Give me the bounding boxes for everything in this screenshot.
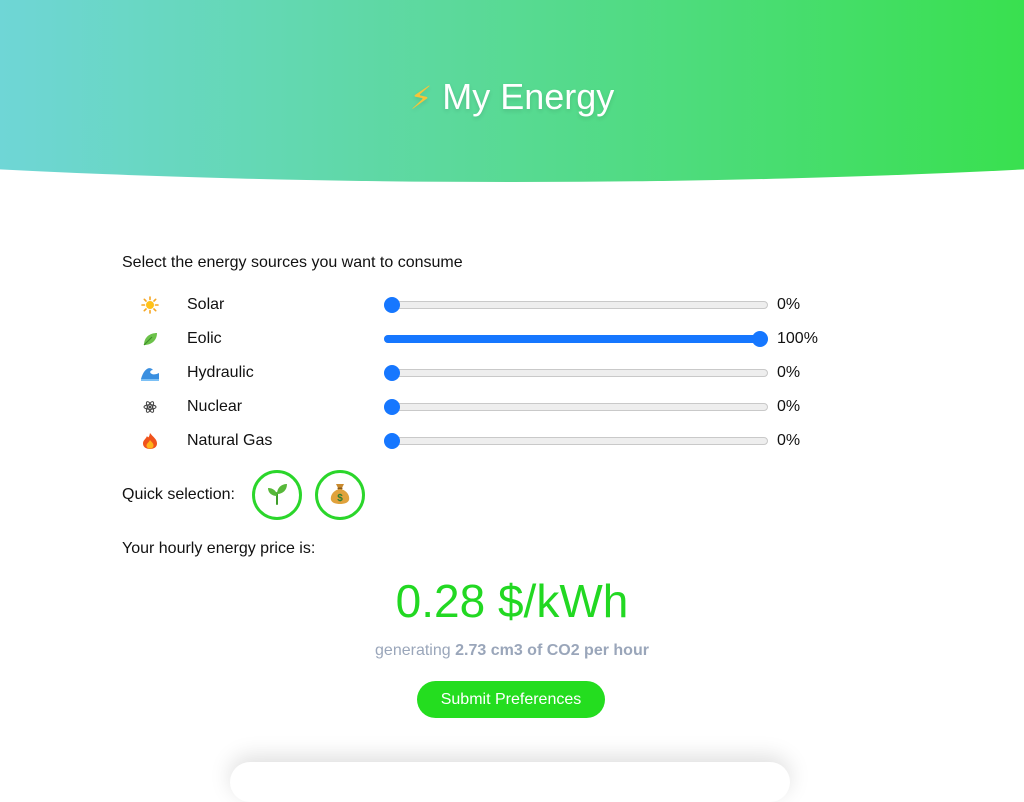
source-label: Hydraulic [187,364,254,381]
lightning-bolt-icon: ⚡ [409,80,433,116]
source-label: Solar [187,296,225,313]
intro-text: Select the energy sources you want to co… [122,254,463,271]
source-percent: 0% [777,432,801,449]
slider-track [384,437,768,445]
nuclear-slider[interactable] [384,399,768,415]
source-label: Eolic [187,330,222,347]
energy-sources-list: Solar 0% Eolic 100% Hydraulic 0% Nuclear… [140,288,840,458]
slider-thumb[interactable] [752,331,768,347]
sun-icon [140,295,160,315]
seedling-icon [266,481,288,510]
slider-thumb[interactable] [384,433,400,449]
quick-selection: Quick selection: $ [122,470,378,520]
eolic-slider[interactable] [384,331,768,347]
atom-icon [140,397,160,417]
quick-selection-label: Quick selection: [122,486,235,503]
source-percent: 0% [777,296,801,313]
co2-value: 2.73 cm3 of CO2 per hour [455,642,649,659]
money-bag-icon: $ [329,481,351,510]
source-row-natural-gas: Natural Gas 0% [140,424,840,458]
page-title: ⚡ My Energy [0,76,1024,118]
leaf-icon [140,329,160,349]
submit-preferences-button[interactable]: Submit Preferences [417,681,605,718]
fire-icon [140,431,160,451]
slider-track [384,403,768,411]
wave-icon [140,363,160,383]
bottom-card [230,762,790,802]
source-percent: 0% [777,364,801,381]
co2-info: generating 2.73 cm3 of CO2 per hour [0,642,1024,660]
source-percent: 0% [777,398,801,415]
slider-thumb[interactable] [384,399,400,415]
slider-track [384,369,768,377]
solar-slider[interactable] [384,297,768,313]
source-row-solar: Solar 0% [140,288,840,322]
price-label: Your hourly energy price is: [122,540,316,557]
hydraulic-slider[interactable] [384,365,768,381]
cheap-preset-button[interactable]: $ [314,470,365,520]
co2-prefix: generating [375,642,451,659]
source-label: Nuclear [187,398,243,415]
source-label: Natural Gas [187,432,273,449]
slider-track [384,301,768,309]
slider-thumb[interactable] [384,297,400,313]
source-row-eolic: Eolic 100% [140,322,840,356]
svg-text:$: $ [337,493,343,504]
source-row-hydraulic: Hydraulic 0% [140,356,840,390]
slider-thumb[interactable] [384,365,400,381]
price-value: 0.28 $/kWh [395,575,629,627]
slider-fill [384,335,760,343]
natural-gas-slider[interactable] [384,433,768,449]
source-row-nuclear: Nuclear 0% [140,390,840,424]
source-percent: 100% [777,330,818,347]
eco-preset-button[interactable] [251,470,302,520]
page-title-text: My Energy [442,76,615,117]
